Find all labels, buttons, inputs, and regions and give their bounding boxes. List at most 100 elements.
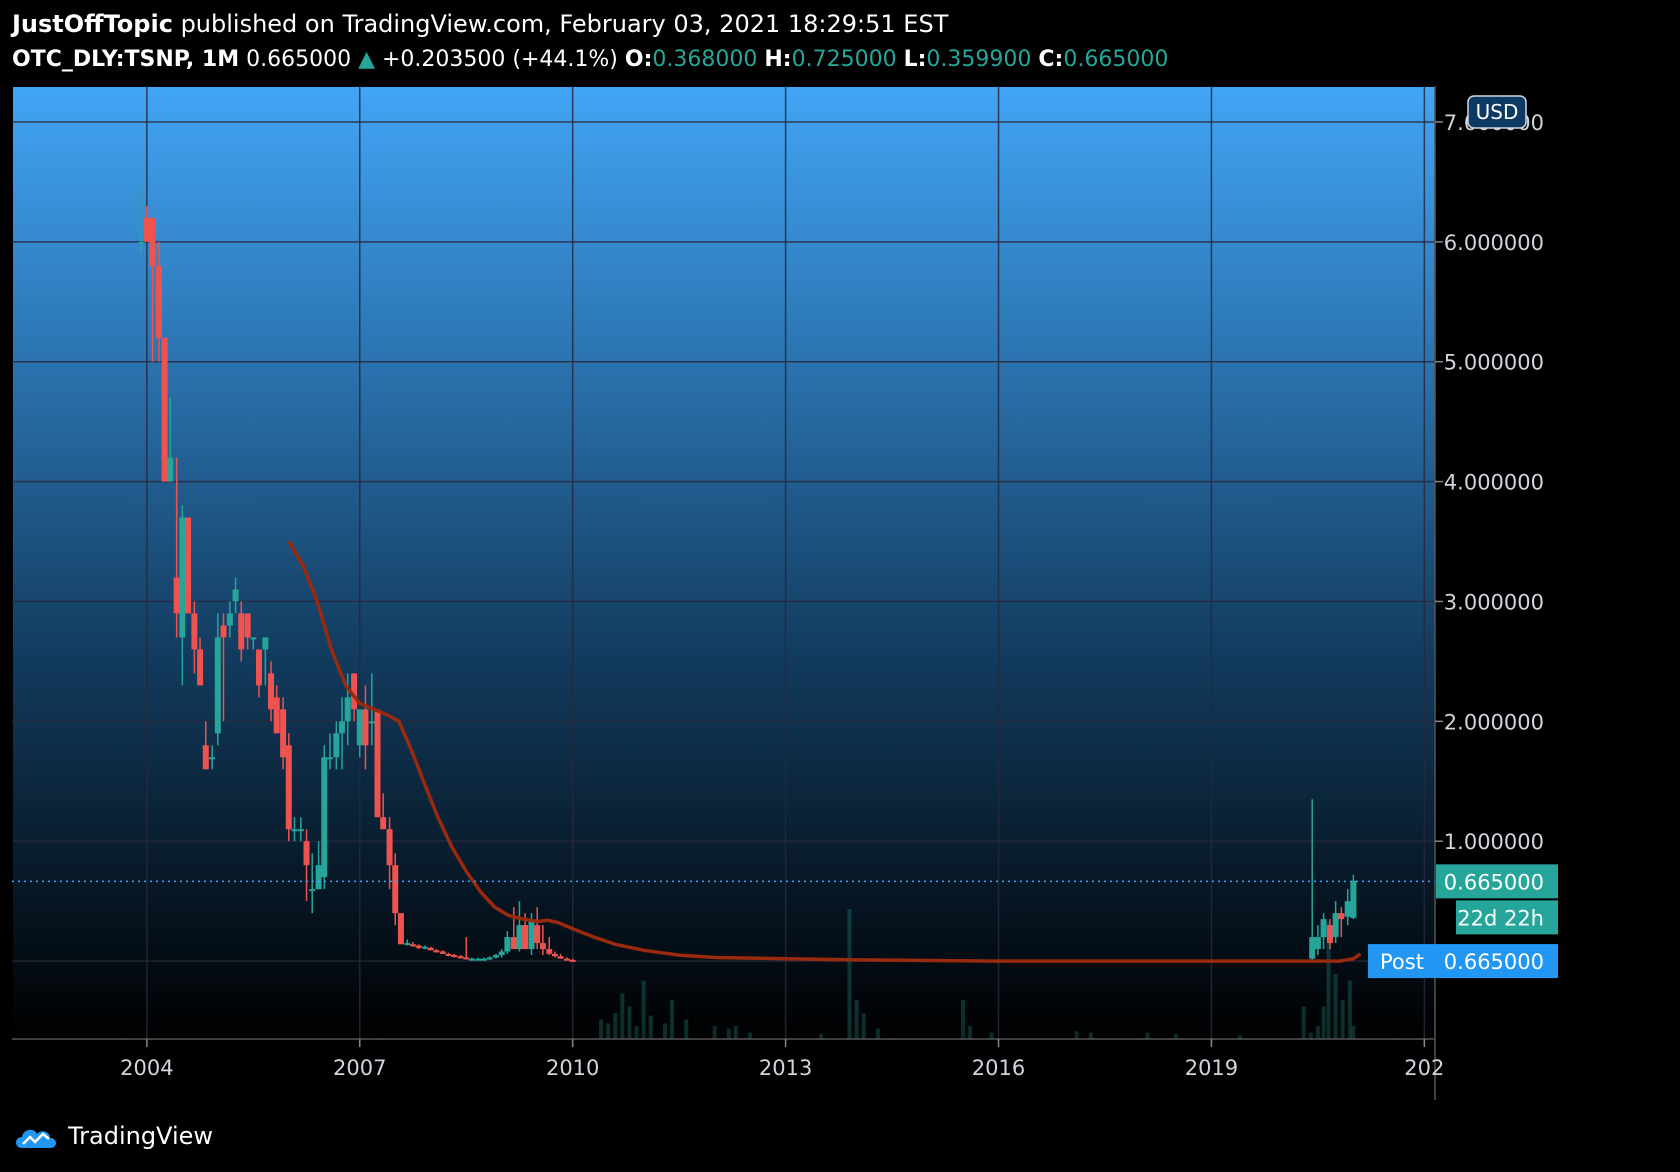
close-label: C: bbox=[1038, 47, 1064, 72]
volume-bar bbox=[1301, 1006, 1306, 1039]
currency-badge[interactable]: USD bbox=[1467, 95, 1527, 129]
up-triangle-icon: ▲ bbox=[358, 47, 375, 72]
candle-body bbox=[1338, 913, 1345, 920]
chart-header: JustOffTopic published on TradingView.co… bbox=[12, 8, 1652, 76]
last-price-label: 0.665000 bbox=[1444, 870, 1544, 894]
low-label: L: bbox=[903, 47, 927, 72]
tradingview-cloud-icon bbox=[16, 1129, 56, 1148]
countdown-label: 22d 22h bbox=[1457, 906, 1544, 930]
volume-bar bbox=[627, 1006, 632, 1039]
author-name[interactable]: JustOffTopic bbox=[12, 10, 173, 38]
candle-body bbox=[539, 943, 546, 950]
volume-bar bbox=[613, 1013, 618, 1039]
candle-body bbox=[564, 958, 571, 961]
candle-body bbox=[321, 757, 328, 878]
candle-body bbox=[285, 745, 292, 830]
candle-body bbox=[214, 637, 221, 734]
volume-bar bbox=[989, 1032, 994, 1039]
candle-body bbox=[551, 953, 558, 957]
candle-body bbox=[244, 613, 251, 638]
candle-body bbox=[197, 649, 204, 686]
candle-body bbox=[409, 944, 416, 947]
volume-bar bbox=[1074, 1031, 1079, 1039]
candle-body bbox=[433, 950, 440, 953]
volume-bar bbox=[1321, 1006, 1326, 1039]
symbol-interval[interactable]: OTC_DLY:TSNP, 1M bbox=[12, 47, 239, 72]
candle-body bbox=[280, 709, 287, 758]
volume-bar bbox=[1145, 1032, 1150, 1039]
candle-body bbox=[344, 697, 351, 722]
y-tick-label: 5.000000 bbox=[1444, 351, 1544, 375]
candle-body bbox=[368, 721, 375, 724]
post-market-tag: Post 0.665000 bbox=[1368, 944, 1558, 979]
volume-bar bbox=[875, 1028, 880, 1039]
candle-body bbox=[415, 945, 422, 948]
x-tick-label: 2004 bbox=[120, 1056, 173, 1080]
candle-body bbox=[392, 865, 399, 914]
candle-body bbox=[493, 955, 500, 958]
volume-bar bbox=[1315, 1026, 1320, 1039]
x-tick-label: 2016 bbox=[972, 1056, 1025, 1080]
candle-body bbox=[179, 517, 186, 638]
y-tick-label: 3.000000 bbox=[1444, 590, 1544, 614]
volume-bar bbox=[606, 1023, 611, 1039]
volume-bar bbox=[726, 1028, 731, 1039]
volume-bar bbox=[854, 1000, 859, 1039]
y-tick-label: 4.000000 bbox=[1444, 471, 1544, 495]
candle-body bbox=[1350, 880, 1357, 918]
candle-body bbox=[386, 829, 393, 866]
volume-bar bbox=[1308, 1032, 1313, 1039]
candle-body bbox=[522, 925, 529, 950]
volume-bar bbox=[968, 1026, 973, 1039]
y-tick-label: 1.000000 bbox=[1444, 830, 1544, 854]
candle-body bbox=[185, 517, 192, 614]
candle-body bbox=[1332, 913, 1339, 938]
volume-bar bbox=[748, 1032, 753, 1039]
candle-body bbox=[297, 829, 304, 832]
candle-body bbox=[468, 958, 475, 961]
close-value: 0.665000 bbox=[1063, 47, 1169, 72]
candle-body bbox=[268, 673, 275, 710]
volume-bar bbox=[1340, 1000, 1345, 1039]
candle-body bbox=[333, 733, 340, 758]
candle-body bbox=[486, 957, 493, 960]
volume-bar bbox=[819, 1033, 824, 1039]
candle-body bbox=[273, 697, 280, 734]
candle-body bbox=[326, 757, 333, 760]
price-chart[interactable]: 7.0000006.0000005.0000004.0000003.000000… bbox=[12, 86, 1668, 1100]
chart-area[interactable]: 7.0000006.0000005.0000004.0000003.000000… bbox=[12, 86, 1668, 1100]
x-tick-label: 2010 bbox=[546, 1056, 599, 1080]
candle-body bbox=[510, 937, 517, 950]
currency-label: USD bbox=[1476, 100, 1519, 124]
volume-bar bbox=[1333, 974, 1338, 1039]
candle-body bbox=[1320, 919, 1327, 938]
volume-bar bbox=[1088, 1032, 1093, 1039]
high-label: H: bbox=[764, 47, 792, 72]
candle-body bbox=[475, 958, 482, 961]
candle-body bbox=[397, 913, 404, 945]
volume-bar bbox=[634, 1026, 639, 1039]
y-tick-label: 2.000000 bbox=[1444, 710, 1544, 734]
plot-background bbox=[13, 87, 1435, 1039]
candle-body bbox=[463, 957, 470, 960]
x-tick-label: 202 bbox=[1404, 1056, 1444, 1080]
open-value: 0.368000 bbox=[652, 47, 758, 72]
candle-body bbox=[528, 919, 535, 950]
last-price: 0.665000 bbox=[246, 47, 352, 72]
candle-body bbox=[534, 925, 541, 944]
candle-body bbox=[1314, 937, 1321, 950]
candle-body bbox=[427, 947, 434, 951]
x-tick-label: 2013 bbox=[759, 1056, 812, 1080]
volume-bar bbox=[684, 1019, 689, 1039]
publish-info: published on TradingView.com, February 0… bbox=[180, 10, 949, 38]
candle-body bbox=[238, 613, 245, 650]
candle-body bbox=[149, 217, 156, 266]
candle-body bbox=[309, 889, 316, 892]
candle-body bbox=[356, 709, 363, 746]
candle-body bbox=[226, 613, 233, 626]
candle-body bbox=[557, 956, 564, 959]
tradingview-logo[interactable]: TradingView bbox=[12, 1118, 213, 1154]
publish-line: JustOffTopic published on TradingView.co… bbox=[12, 8, 1652, 40]
candle-body bbox=[262, 637, 269, 650]
candle-body bbox=[202, 745, 209, 770]
